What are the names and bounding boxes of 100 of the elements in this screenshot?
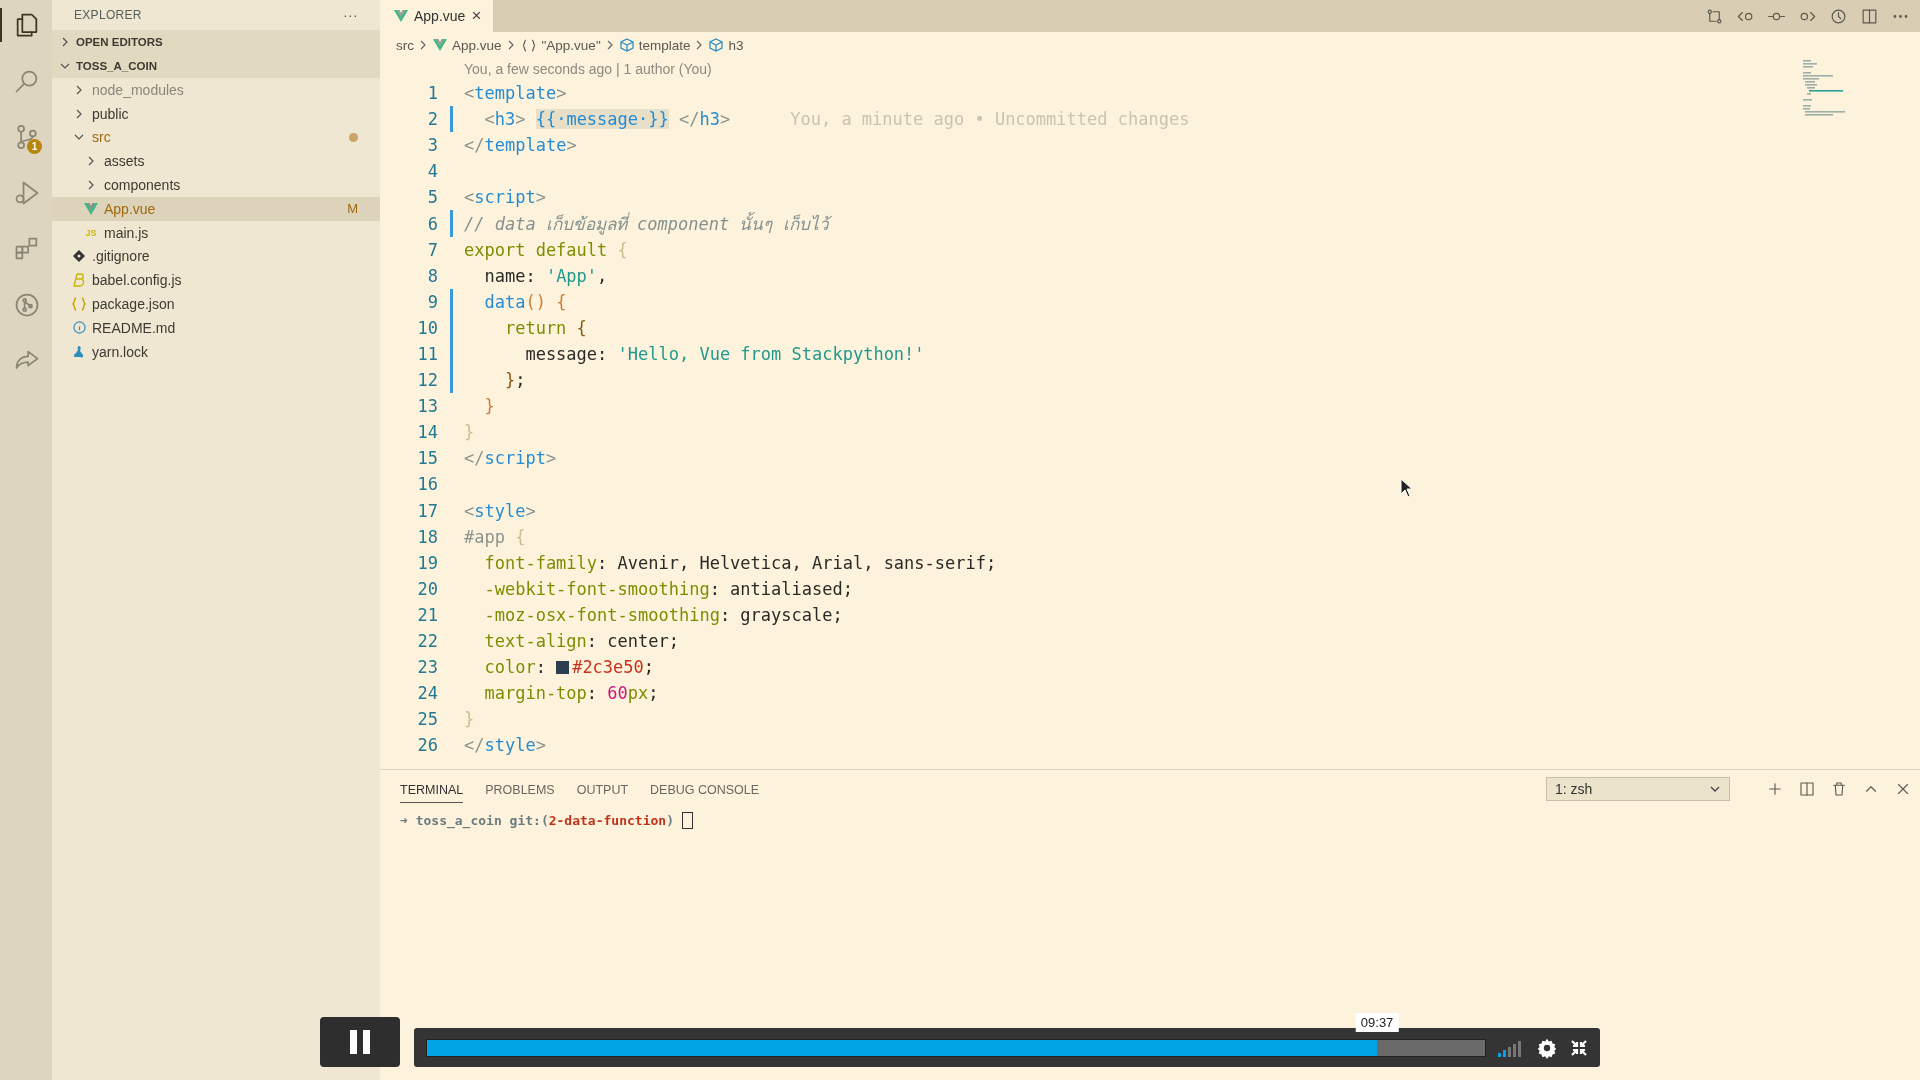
panel-tab[interactable]: DEBUG CONSOLE xyxy=(650,775,760,803)
folder-item[interactable]: assets xyxy=(52,149,380,174)
line-number: 20 xyxy=(416,578,438,599)
line-number: 2 xyxy=(426,109,438,130)
line-number: 10 xyxy=(416,317,438,338)
code-line: </style> xyxy=(464,735,546,756)
cube-icon xyxy=(619,38,634,52)
chevron-icon xyxy=(60,37,70,47)
file-item[interactable]: .gitignore xyxy=(52,244,380,269)
chevron-icon xyxy=(606,40,614,50)
more-button[interactable]: ··· xyxy=(343,7,358,23)
file-item[interactable]: yarn.lock xyxy=(52,339,380,364)
run-debug-icon[interactable] xyxy=(13,179,41,207)
line-number: 6 xyxy=(426,213,438,234)
chevron-icon xyxy=(86,156,96,167)
chevron-icon xyxy=(507,40,515,50)
line-number: 8 xyxy=(426,265,438,286)
line-number: 24 xyxy=(416,683,438,704)
line-number: 7 xyxy=(426,239,438,260)
info-icon xyxy=(72,321,86,335)
yarn-icon xyxy=(73,345,85,359)
code-line: } xyxy=(464,709,475,730)
section-header[interactable]: TOSS_A_COIN xyxy=(52,54,380,78)
panel-tab[interactable]: TERMINAL xyxy=(400,775,464,803)
code-line: -moz-osx-font-smoothing: grayscale; xyxy=(483,604,843,625)
line-number: 22 xyxy=(416,631,438,651)
pause-button[interactable] xyxy=(320,1017,400,1067)
code-line: font-family: Avenir, Helvetica, Arial, sans-serif; xyxy=(483,552,997,573)
sidebar-title: EXPLORER xyxy=(74,8,142,22)
code-line: message: 'Hello, Vue from Stackpython!' xyxy=(524,344,925,364)
line-number: 16 xyxy=(416,474,438,495)
line-number: 15 xyxy=(416,448,438,469)
line-number: 3 xyxy=(426,135,438,156)
panel-tab[interactable]: OUTPUT xyxy=(576,775,629,803)
json-icon xyxy=(72,297,86,312)
chevron-icon xyxy=(74,108,84,119)
chevron-icon xyxy=(86,180,96,191)
code-line: text-align: center; xyxy=(483,631,679,651)
code-line: } xyxy=(483,396,495,417)
git-graph-icon[interactable] xyxy=(13,291,41,319)
breadcrumb-item[interactable]: "App.vue" xyxy=(541,37,601,53)
file-item[interactable]: JS main.js xyxy=(52,220,380,245)
section-header[interactable]: OPEN EDITORS xyxy=(52,30,380,54)
exit-fullscreen-icon[interactable] xyxy=(1570,1038,1588,1057)
cube-icon xyxy=(709,38,724,52)
braces-icon xyxy=(520,38,537,52)
file-item[interactable]: README.md xyxy=(52,315,380,340)
code-line: }; xyxy=(503,370,526,391)
code-line: <style> xyxy=(464,500,536,521)
line-number: 19 xyxy=(416,552,438,573)
code-line: -webkit-font-smoothing: antialiased; xyxy=(483,578,853,599)
line-number: 23 xyxy=(416,657,438,678)
line-number: 26 xyxy=(416,735,438,756)
code-line: </template> xyxy=(464,135,577,156)
chevron-icon xyxy=(74,84,84,95)
plus-icon[interactable] xyxy=(1766,780,1784,798)
trash-icon[interactable] xyxy=(1830,780,1848,798)
code-line: name: 'App', xyxy=(483,265,608,286)
breadcrumb-item[interactable]: h3 xyxy=(728,37,744,53)
file-item[interactable]: babel.config.js xyxy=(52,268,380,293)
count-badge: 1 xyxy=(27,139,42,154)
modified-dot xyxy=(349,133,358,142)
line-number: 12 xyxy=(416,370,438,391)
mouse-pointer-icon xyxy=(1400,478,1414,498)
file-item[interactable]: package.json xyxy=(52,292,380,316)
terminal-dropdown[interactable]: 1: zsh xyxy=(1546,777,1730,801)
folder-item[interactable]: components xyxy=(52,173,380,197)
breadcrumb-item[interactable]: template xyxy=(638,37,691,53)
folder-item[interactable]: src xyxy=(52,125,380,150)
breadcrumb-item[interactable]: src xyxy=(396,37,414,53)
folder-item[interactable]: public xyxy=(52,101,380,126)
close-button[interactable]: × xyxy=(471,6,482,26)
code-line: <script> xyxy=(464,187,546,208)
vue-icon xyxy=(433,39,447,51)
line-number: 5 xyxy=(426,187,438,208)
babel-icon xyxy=(73,273,85,288)
vue-icon xyxy=(394,10,408,22)
line-number: 13 xyxy=(416,396,438,417)
line-number: 11 xyxy=(416,344,438,364)
panel-tab[interactable]: PROBLEMS xyxy=(485,775,555,803)
line-number: 4 xyxy=(426,161,438,182)
line-number: 21 xyxy=(416,604,438,625)
breadcrumb-item[interactable]: App.vue xyxy=(452,37,502,53)
code-line: <h3> {{·message·}} </h3> xyxy=(483,109,731,130)
split-editor-icon[interactable] xyxy=(1798,780,1816,798)
line-number: 9 xyxy=(426,291,438,312)
code-line: margin-top: 60px; xyxy=(483,683,659,704)
time-tooltip: 09:37 xyxy=(1355,1012,1399,1032)
chevron-icon xyxy=(696,40,704,50)
line-number: 18 xyxy=(416,526,438,547)
line-number: 1 xyxy=(426,83,438,104)
js-file-icon: JS xyxy=(85,227,97,238)
volume-icon[interactable] xyxy=(1498,1038,1524,1057)
vue-icon xyxy=(84,202,98,215)
code-line: <template> xyxy=(464,83,567,104)
editor-tab[interactable]: App.vue × xyxy=(380,0,494,32)
chevron-icon xyxy=(420,40,427,50)
chevron-icon xyxy=(60,61,70,71)
code-line: data() { xyxy=(483,291,567,312)
line-number: 17 xyxy=(416,500,438,521)
